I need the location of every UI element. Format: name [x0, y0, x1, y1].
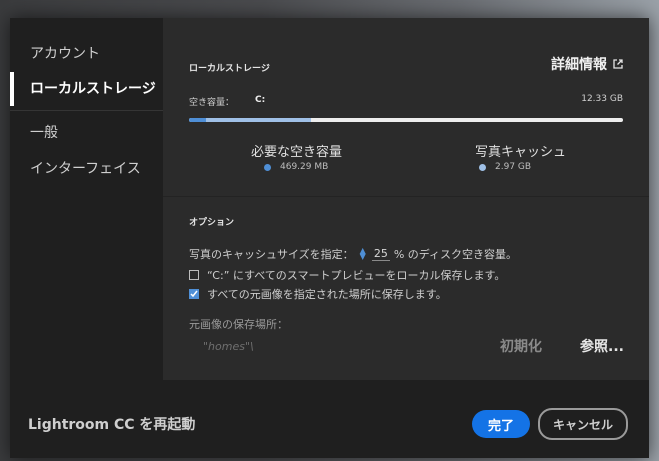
sidebar-item-account[interactable]: アカウント [10, 33, 163, 73]
store-originals-row: すべての元画像を指定された場所に保存します。 [189, 286, 447, 302]
settings-panel: ローカルストレージ 詳細情報 空き容量： C: 12.33 GB 必要な空き容量… [163, 18, 649, 380]
store-originals-label: すべての元画像を指定された場所に保存します。 [207, 288, 447, 301]
originals-location-field[interactable]: "homes"\ [203, 340, 254, 353]
options-section-title: オプション [189, 218, 235, 228]
restart-lightroom-button[interactable]: Lightroom CC を再起動 [28, 414, 195, 434]
checkmark-icon [190, 290, 198, 298]
photo-cache-label: 写真キャッシュ [475, 145, 567, 160]
sidebar-item-local-storage[interactable]: ローカルストレージ [10, 68, 163, 108]
originals-location-label: 元画像の保存場所： [189, 318, 288, 331]
store-originals-checkbox[interactable] [189, 289, 199, 299]
photo-cache-legend-dot [479, 164, 486, 171]
cache-percent-input[interactable]: 25 [371, 247, 390, 261]
required-space-legend-dot [264, 164, 271, 171]
sidebar: アカウント ローカルストレージ 一般 インターフェイス [10, 18, 163, 380]
cancel-button[interactable]: キャンセル [538, 408, 628, 440]
done-button[interactable]: 完了 [472, 410, 530, 438]
required-space-value: 469.29 MB [280, 162, 329, 172]
cache-size-stepper[interactable]: ▲ ▼ [360, 247, 366, 261]
smart-preview-row: “C:” にすべてのスマートプレビューをローカル保存します。 [189, 267, 505, 283]
total-capacity: 12.33 GB [581, 94, 623, 104]
drive-label: C: [255, 95, 266, 105]
sidebar-item-label: ローカルストレージ [30, 81, 156, 97]
details-link-label: 詳細情報 [551, 57, 607, 73]
cache-size-prefix: 写真のキャッシュサイズを指定： [189, 248, 354, 261]
storage-section-title: ローカルストレージ [189, 64, 270, 74]
sidebar-item-interface[interactable]: インターフェイス [10, 148, 163, 188]
cache-size-suffix: % のディスク空き容量。 [393, 248, 518, 261]
cache-size-row: 写真のキャッシュサイズを指定： ▲ ▼ 25 % のディスク空き容量。 [189, 246, 517, 262]
browse-button[interactable]: 参照... [580, 336, 624, 356]
sidebar-item-label: アカウント [30, 46, 100, 62]
cache-space-fill [206, 118, 311, 122]
sidebar-item-label: 一般 [30, 125, 58, 141]
reset-button[interactable]: 初期化 [500, 336, 542, 356]
required-space-label: 必要な空き容量 [251, 145, 343, 160]
free-space-label: 空き容量： [189, 98, 235, 108]
sidebar-item-label: インターフェイス [30, 161, 141, 177]
chevron-down-icon[interactable]: ▼ [360, 253, 366, 261]
required-space-fill [189, 118, 207, 122]
sidebar-item-general[interactable]: 一般 [10, 112, 163, 152]
photo-cache-value: 2.97 GB [495, 162, 532, 172]
section-divider [163, 196, 649, 197]
smart-preview-checkbox[interactable] [189, 270, 199, 280]
preferences-dialog: アカウント ローカルストレージ 一般 インターフェイス ローカルストレージ 詳細… [10, 18, 649, 458]
sidebar-divider [10, 110, 163, 111]
dialog-footer: Lightroom CC を再起動 完了 キャンセル [10, 380, 649, 458]
smart-preview-label: “C:” にすべてのスマートプレビューをローカル保存します。 [207, 269, 506, 282]
details-link[interactable]: 詳細情報 [551, 54, 623, 74]
external-link-icon [613, 59, 623, 69]
storage-usage-bar [189, 118, 623, 122]
